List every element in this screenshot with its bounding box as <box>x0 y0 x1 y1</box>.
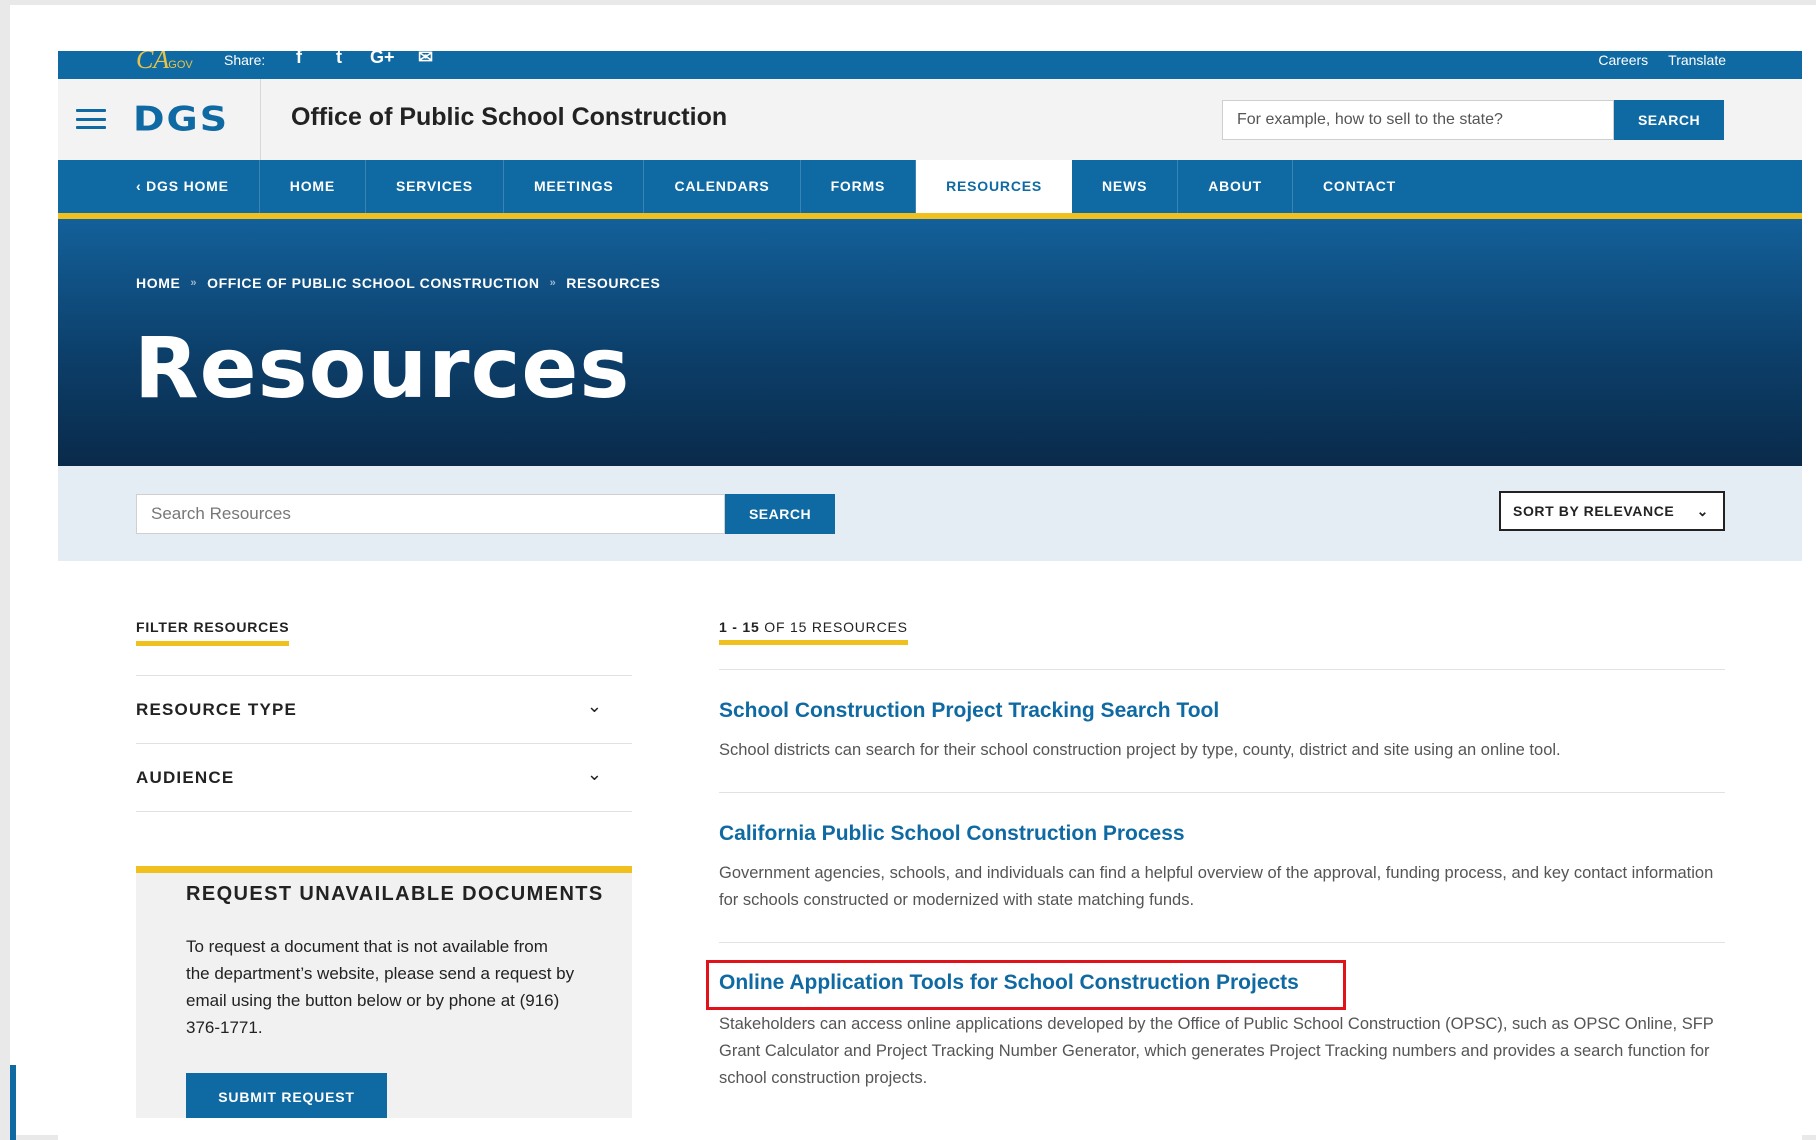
sort-select[interactable]: SORT BY RELEVANCE ⌄ <box>1499 491 1725 531</box>
page-title: Resources <box>134 319 631 417</box>
cagov-logo[interactable]: CA.GOV <box>136 51 193 80</box>
divider <box>136 811 632 812</box>
google-plus-icon[interactable]: G+ <box>370 51 395 68</box>
breadcrumb-opsc[interactable]: OFFICE OF PUBLIC SCHOOL CONSTRUCTION <box>207 275 539 291</box>
request-heading: REQUEST UNAVAILABLE DOCUMENTS <box>186 883 604 905</box>
chevron-down-icon: ⌄ <box>1696 503 1709 519</box>
results-range: 1 - 15 <box>719 619 760 635</box>
breadcrumb: HOME » OFFICE OF PUBLIC SCHOOL CONSTRUCT… <box>136 275 660 291</box>
breadcrumb-home[interactable]: HOME <box>136 275 180 291</box>
site-search-button[interactable]: SEARCH <box>1614 100 1724 140</box>
facet-resource-type[interactable]: RESOURCE TYPE ⌄ <box>136 675 632 743</box>
divider <box>719 792 1725 793</box>
result-title[interactable]: School Construction Project Tracking Sea… <box>719 699 1219 723</box>
result-title[interactable]: California Public School Construction Pr… <box>719 822 1185 846</box>
site-search-input[interactable]: For example, how to sell to the state? <box>1222 100 1614 140</box>
results-total: OF 15 RESOURCES <box>759 619 908 635</box>
request-body: To request a document that is not availa… <box>186 937 575 1037</box>
email-icon[interactable]: ✉ <box>417 51 435 68</box>
chevron-down-icon: ⌄ <box>586 696 602 716</box>
page: CA.GOV Share: f t G+ ✉ Careers Translate… <box>58 51 1802 1140</box>
resource-search-input[interactable]: Search Resources <box>136 494 725 534</box>
highlight-box <box>706 960 1346 1010</box>
dgs-logo[interactable]: DGS <box>133 99 229 139</box>
cagov-logo-suffix: .GOV <box>165 59 193 71</box>
breadcrumb-separator-icon: » <box>549 277 557 289</box>
facet-label: AUDIENCE <box>136 768 235 787</box>
resource-search-band: Search Resources SEARCH SORT BY RELEVANC… <box>58 466 1802 561</box>
share-icons: f t G+ ✉ <box>290 51 435 68</box>
browser-frame: CA.GOV Share: f t G+ ✉ Careers Translate… <box>10 5 1816 1140</box>
nav-news[interactable]: NEWS <box>1072 160 1179 213</box>
nav-forms[interactable]: FORMS <box>801 160 917 213</box>
site-title[interactable]: Office of Public School Construction <box>291 103 727 132</box>
result-description: Government agencies, schools, and indivi… <box>719 864 1714 909</box>
main-nav: ‹ DGS HOME HOME SERVICES MEETINGS CALEND… <box>58 160 1802 219</box>
header-divider <box>260 79 261 160</box>
result-description: Stakeholders can access online applicati… <box>719 1015 1714 1087</box>
nav-calendars[interactable]: CALENDARS <box>644 160 801 213</box>
divider <box>719 669 1725 670</box>
nav-contact[interactable]: CONTACT <box>1293 160 1426 213</box>
facet-label: RESOURCE TYPE <box>136 700 298 719</box>
divider <box>719 942 1725 943</box>
hero-banner: HOME » OFFICE OF PUBLIC SCHOOL CONSTRUCT… <box>58 219 1802 466</box>
nav-dgs-home[interactable]: ‹ DGS HOME <box>58 160 260 213</box>
results-count: 1 - 15 OF 15 RESOURCES <box>719 619 908 645</box>
twitter-icon[interactable]: t <box>330 51 348 68</box>
sort-label: SORT BY RELEVANCE <box>1513 503 1675 519</box>
chevron-down-icon: ⌄ <box>586 764 602 784</box>
request-documents-box: REQUEST UNAVAILABLE DOCUMENTS To request… <box>136 866 632 1118</box>
site-header: DGS Office of Public School Construction… <box>58 79 1802 160</box>
resource-search-button[interactable]: SEARCH <box>725 494 835 534</box>
nav-services[interactable]: SERVICES <box>366 160 504 213</box>
utility-bar: CA.GOV Share: f t G+ ✉ Careers Translate <box>58 51 1802 79</box>
utility-links: Careers Translate <box>1598 51 1726 69</box>
facet-audience[interactable]: AUDIENCE ⌄ <box>136 743 632 811</box>
result-description: School districts can search for their sc… <box>719 741 1561 759</box>
submit-request-button[interactable]: SUBMIT REQUEST <box>186 1073 387 1118</box>
breadcrumb-current: RESOURCES <box>566 275 661 291</box>
share-label: Share: <box>224 52 266 68</box>
menu-icon[interactable] <box>76 109 106 129</box>
nav-home[interactable]: HOME <box>260 160 366 213</box>
filter-heading: FILTER RESOURCES <box>136 619 290 646</box>
facebook-icon[interactable]: f <box>290 51 308 68</box>
nav-resources[interactable]: RESOURCES <box>916 160 1073 213</box>
window-edge <box>10 1065 16 1140</box>
nav-meetings[interactable]: MEETINGS <box>504 160 645 213</box>
nav-about[interactable]: ABOUT <box>1178 160 1293 213</box>
careers-link[interactable]: Careers <box>1598 51 1648 69</box>
translate-link[interactable]: Translate <box>1668 51 1726 69</box>
breadcrumb-separator-icon: » <box>190 277 198 289</box>
